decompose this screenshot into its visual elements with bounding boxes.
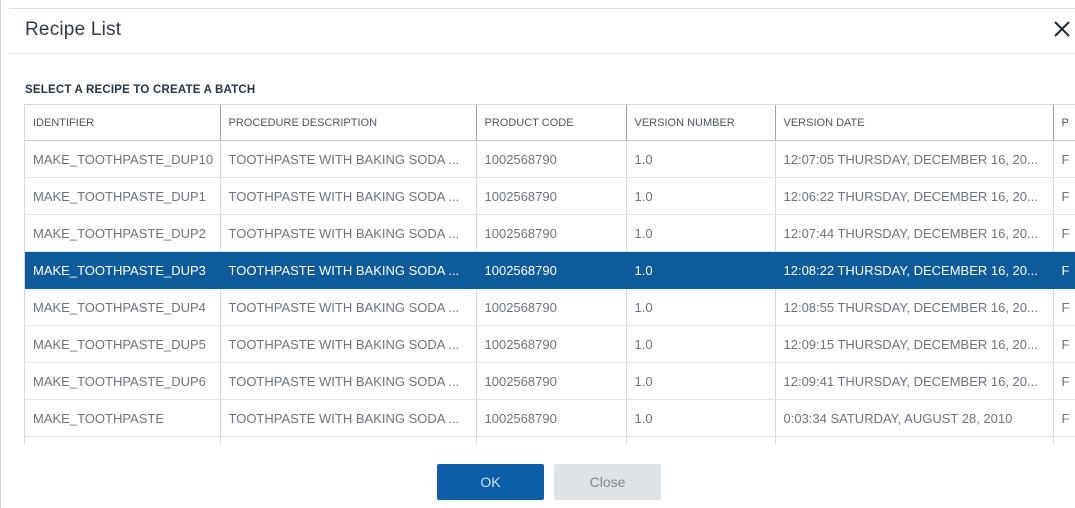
cell-identifier: MAKE_TOOTHPASTE_DUP2 [25,214,221,252]
cell-product-code: 1002568790 [476,288,627,326]
cell-version-date: 12:08:55 THURSDAY, DECEMBER 16, 20... [775,288,1054,326]
cell-product-code: 1002568790 [476,399,627,437]
cell-identifier: MAKE_TOOTHPASTE [25,399,221,437]
cell-version-number: 1.0 [626,399,776,437]
table-row[interactable]: MAKE_TOOTHPASTE_DUP1 TOOTHPASTE WITH BAK… [25,177,1075,215]
recipe-table: IDENTIFIER PROCEDURE DESCRIPTION PRODUCT… [24,104,1075,444]
table-row-selected[interactable]: MAKE_TOOTHPASTE_DUP3 TOOTHPASTE WITH BAK… [25,251,1075,289]
cell-version-number: 1.0 [626,214,776,252]
cell-procedure-description: TOOTHPASTE WITH BAKING SODA ... [220,177,477,215]
dialog-header: Recipe List [9,8,1075,54]
table-row[interactable]: MAKE_TOOTHPASTE_DUP5 TOOTHPASTE WITH BAK… [25,325,1075,363]
recipe-list-dialog: Recipe List SELECT A RECIPE TO CREATE A … [0,0,1075,508]
cell-identifier [25,436,221,444]
cell-version-date: 12:07:44 THURSDAY, DECEMBER 16, 20... [775,214,1054,252]
cell-version-date: 12:06:22 THURSDAY, DECEMBER 16, 20... [775,177,1054,215]
ok-button[interactable]: OK [437,464,544,500]
cell-truncated: F [1053,214,1075,252]
cell-identifier: MAKE_TOOTHPASTE_DUP10 [25,140,221,178]
cell-version-number: 1.0 [626,140,776,178]
cell-version-date: 12:09:41 THURSDAY, DECEMBER 16, 20... [775,362,1054,400]
cell-procedure-description: TOOTHPASTE WITH BAKING SODA ... [220,399,477,437]
cell-identifier: MAKE_TOOTHPASTE_DUP6 [25,362,221,400]
cell-version-number: 1.0 [626,251,776,289]
cell-product-code: 1002568790 [476,251,627,289]
close-icon[interactable] [1050,17,1074,41]
table-row[interactable]: MAKE_TOOTHPASTE_DUP10 TOOTHPASTE WITH BA… [25,140,1075,178]
table-row[interactable] [25,436,1075,444]
cell-version-date: 0:03:34 SATURDAY, AUGUST 28, 2010 [775,399,1054,437]
cell-identifier: MAKE_TOOTHPASTE_DUP5 [25,325,221,363]
cell-procedure-description: TOOTHPASTE WITH BAKING SODA ... [220,214,477,252]
cell-product-code: 1002568790 [476,177,627,215]
cell-truncated [1053,436,1075,444]
cell-version-number: 1.0 [626,325,776,363]
cell-truncated: F [1053,362,1075,400]
cell-product-code [476,436,627,444]
close-button[interactable]: Close [554,464,661,500]
cell-truncated: F [1053,177,1075,215]
cell-version-date: 12:07:05 THURSDAY, DECEMBER 16, 20... [775,140,1054,178]
cell-product-code: 1002568790 [476,214,627,252]
cell-identifier: MAKE_TOOTHPASTE_DUP1 [25,177,221,215]
cell-version-date: 12:08:22 THURSDAY, DECEMBER 16, 20... [775,251,1054,289]
cell-identifier: MAKE_TOOTHPASTE_DUP4 [25,288,221,326]
column-header-identifier[interactable]: IDENTIFIER [25,105,221,141]
cell-procedure-description: TOOTHPASTE WITH BAKING SODA ... [220,251,477,289]
cell-version-number [626,436,776,444]
cell-truncated: F [1053,325,1075,363]
cell-procedure-description [220,436,477,444]
cell-version-date [775,436,1054,444]
cell-identifier: MAKE_TOOTHPASTE_DUP3 [25,251,221,289]
cell-procedure-description: TOOTHPASTE WITH BAKING SODA ... [220,325,477,363]
column-header-procedure-description[interactable]: PROCEDURE DESCRIPTION [220,105,477,141]
cell-procedure-description: TOOTHPASTE WITH BAKING SODA ... [220,362,477,400]
table-header-row: IDENTIFIER PROCEDURE DESCRIPTION PRODUCT… [25,105,1075,141]
column-header-product-code[interactable]: PRODUCT CODE [476,105,627,141]
column-header-version-number[interactable]: VERSION NUMBER [626,105,776,141]
cell-version-number: 1.0 [626,362,776,400]
cell-truncated: F [1053,399,1075,437]
table-row[interactable]: MAKE_TOOTHPASTE_DUP4 TOOTHPASTE WITH BAK… [25,288,1075,326]
cell-version-date: 12:09:15 THURSDAY, DECEMBER 16, 20... [775,325,1054,363]
table-row[interactable]: MAKE_TOOTHPASTE_DUP2 TOOTHPASTE WITH BAK… [25,214,1075,252]
cell-truncated: F [1053,288,1075,326]
cell-product-code: 1002568790 [476,140,627,178]
table-row[interactable]: MAKE_TOOTHPASTE TOOTHPASTE WITH BAKING S… [25,399,1075,437]
cell-version-number: 1.0 [626,288,776,326]
cell-product-code: 1002568790 [476,325,627,363]
dialog-title: Recipe List [25,19,122,40]
cell-product-code: 1002568790 [476,362,627,400]
column-header-truncated[interactable]: P [1053,105,1075,141]
table-row[interactable]: MAKE_TOOTHPASTE_DUP6 TOOTHPASTE WITH BAK… [25,362,1075,400]
cell-procedure-description: TOOTHPASTE WITH BAKING SODA ... [220,288,477,326]
cell-version-number: 1.0 [626,177,776,215]
cell-truncated: F [1053,251,1075,289]
column-header-version-date[interactable]: VERSION DATE [775,105,1054,141]
dialog-subtitle: SELECT A RECIPE TO CREATE A BATCH [25,84,256,96]
cell-procedure-description: TOOTHPASTE WITH BAKING SODA ... [220,140,477,178]
cell-truncated: F [1053,140,1075,178]
